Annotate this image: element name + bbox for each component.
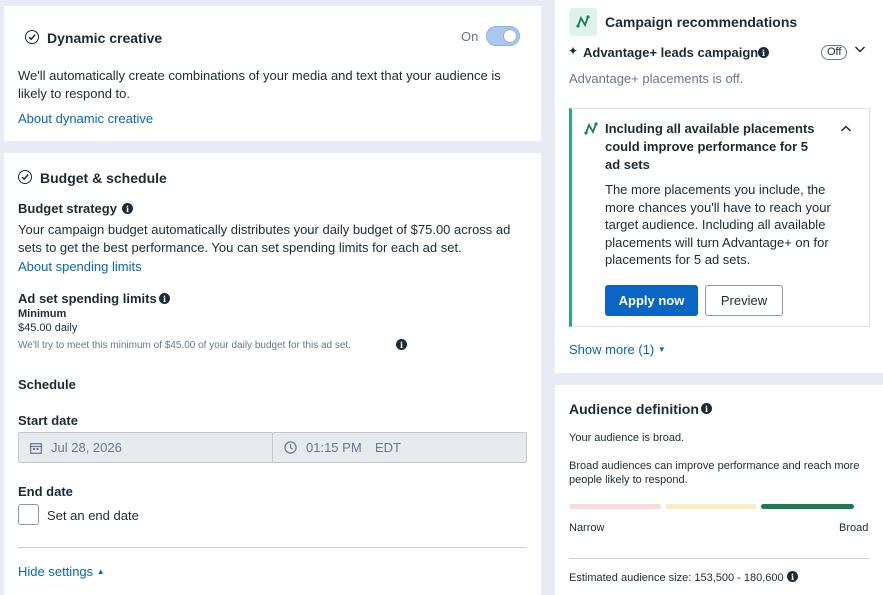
budget-schedule-card: Budget & schedule Budget strategy i Your… [4,153,541,595]
check-circle-icon [18,170,32,184]
divider [18,547,527,548]
recommendation-title: Including all available placements could… [605,121,815,172]
recommendation-box: Including all available placements could… [569,108,870,327]
schedule-label: Schedule [18,377,76,392]
minimum-label: Minimum [18,308,67,320]
minimum-note: We'll try to meet this minimum of $45.00… [18,340,351,351]
placements-status: Advantage+ placements is off. [569,71,744,86]
end-date-checkbox[interactable] [18,504,39,525]
toggle-label: On [461,29,479,44]
start-time-input[interactable]: 01:15 PM EDT [272,432,527,463]
check-circle-icon [25,30,39,44]
start-date-label: Start date [18,413,78,428]
about-spending-limits-link[interactable]: About spending limits [18,259,142,274]
start-date-value: Jul 28, 2026 [51,440,122,455]
chevron-up-icon[interactable] [840,122,852,140]
narrow-label: Narrow [569,522,605,534]
campaign-recommendations-card: Campaign recommendations ✦ Advantage+ le… [555,0,883,373]
budget-strategy-label: Budget strategy [18,201,117,216]
dynamic-creative-description: We'll automatically create combinations … [18,68,501,101]
about-dynamic-creative-link[interactable]: About dynamic creative [18,111,153,126]
dynamic-creative-toggle[interactable] [486,26,520,46]
start-time-value: 01:15 PM [306,440,362,455]
hide-settings-link[interactable]: Hide settings ▲ [18,564,105,579]
advantage-leads-label: Advantage+ leads campaign [583,45,759,60]
recommendation-body: The more placements you include, the mor… [605,182,831,267]
info-icon[interactable]: i [159,293,170,304]
show-more-link[interactable]: Show more (1) ▼ [569,342,666,357]
budget-schedule-title: Budget & schedule [40,170,167,186]
dynamic-creative-title: Dynamic creative [47,30,163,46]
budget-strategy-text: Your campaign budget automatically distr… [18,222,511,255]
timezone-label: EDT [375,440,401,455]
end-date-checkbox-label[interactable]: Set an end date [47,507,139,525]
caret-down-icon: ▼ [657,345,666,354]
divider [569,558,869,559]
apply-now-button[interactable]: Apply now [605,285,698,316]
start-date-input[interactable]: Jul 28, 2026 [18,432,273,463]
audience-meter-middle [665,504,757,509]
audience-meter-broad [761,504,854,509]
info-icon[interactable]: i [701,403,712,414]
estimated-audience-size: Estimated audience size: 153,500 - 180,6… [569,572,784,584]
audience-definition-card: Audience definition i Your audience is b… [555,385,883,595]
audience-status: Your audience is broad. [569,432,685,444]
dynamic-creative-card: Dynamic creative On We'll automatically … [4,6,541,141]
sparkle-icon: ✦ [568,44,579,58]
recommendations-title: Campaign recommendations [605,14,798,30]
calendar-icon [30,442,42,457]
clock-icon [284,441,297,457]
info-icon[interactable]: i [396,339,407,350]
advantage-status-pill[interactable]: Off [821,45,848,60]
preview-button[interactable]: Preview [705,285,783,316]
end-date-label: End date [18,484,73,499]
minimum-value: $45.00 daily [18,322,78,334]
recommendation-icon [583,121,599,142]
audience-description: Broad audiences can improve performance … [569,460,860,486]
caret-up-icon: ▲ [96,567,105,576]
recommendation-icon [569,8,597,36]
info-icon[interactable]: i [122,203,133,214]
info-icon[interactable]: i [758,47,769,58]
broad-label: Broad [839,522,869,534]
ad-set-limits-label: Ad set spending limits [18,291,157,306]
info-icon[interactable]: i [787,571,798,582]
audience-title: Audience definition [569,401,699,417]
chevron-down-icon[interactable] [854,42,866,60]
audience-meter-narrow [569,504,661,509]
